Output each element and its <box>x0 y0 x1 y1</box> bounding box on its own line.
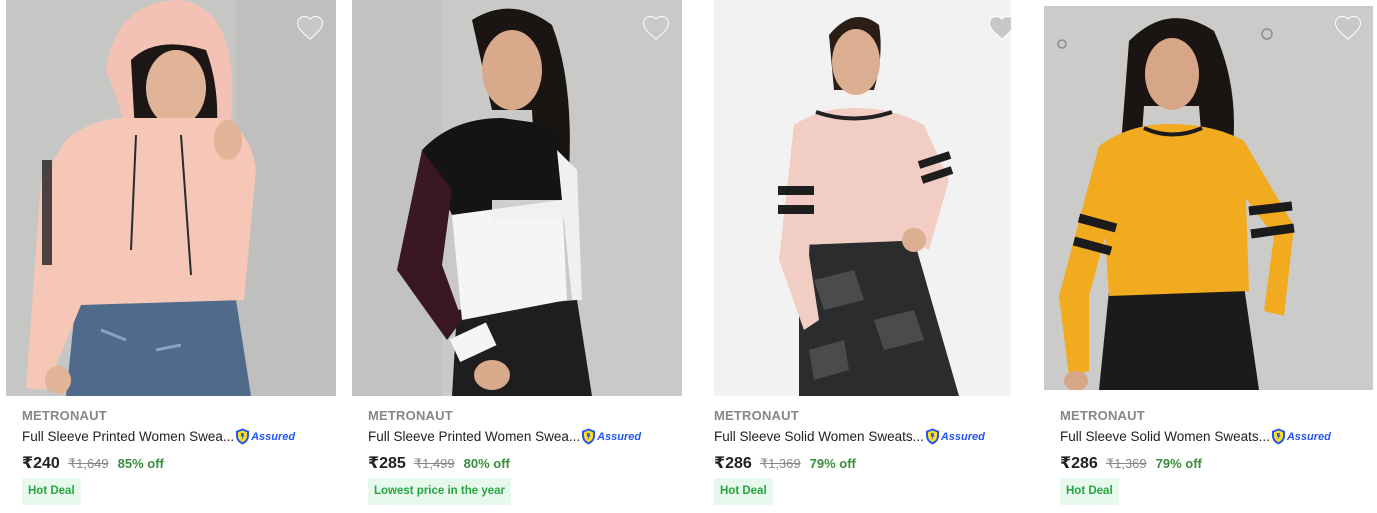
selling-price: ₹240 <box>22 455 60 472</box>
selling-price: ₹285 <box>368 455 406 472</box>
selling-price: ₹286 <box>714 455 752 472</box>
discount-label: 79% off <box>809 456 856 471</box>
assured-shield-icon <box>582 428 596 445</box>
product-brand[interactable]: METRONAUT <box>714 408 799 423</box>
assured-label: Assured <box>1286 430 1331 443</box>
product-card[interactable]: METRONAUT Full Sleeve Printed Women Swea… <box>352 0 682 513</box>
product-title[interactable]: Full Sleeve Printed Women Swea... <box>368 429 580 444</box>
product-image[interactable] <box>714 0 1011 396</box>
original-price: ₹1,369 <box>759 456 801 471</box>
product-photo <box>714 0 1011 396</box>
price-row: ₹286 ₹1,369 79% off <box>714 453 856 473</box>
product-title-row[interactable]: Full Sleeve Solid Women Sweats... Assure… <box>1060 428 1331 445</box>
selling-price: ₹286 <box>1060 455 1098 472</box>
product-brand[interactable]: METRONAUT <box>1060 408 1145 423</box>
deal-badge: Hot Deal <box>1060 478 1119 505</box>
product-card[interactable]: METRONAUT Full Sleeve Printed Women Swea… <box>6 0 336 513</box>
price-row: ₹240 ₹1,649 85% off <box>22 453 164 473</box>
product-brand[interactable]: METRONAUT <box>368 408 453 423</box>
product-brand[interactable]: METRONAUT <box>22 408 107 423</box>
deal-badge: Hot Deal <box>714 478 773 505</box>
discount-label: 79% off <box>1155 456 1202 471</box>
product-card[interactable]: METRONAUT Full Sleeve Solid Women Sweats… <box>698 0 1028 513</box>
original-price: ₹1,369 <box>1105 456 1147 471</box>
assured-label: Assured <box>597 430 642 443</box>
product-photo <box>1044 6 1373 390</box>
price-row: ₹286 ₹1,369 79% off <box>1060 453 1202 473</box>
product-image[interactable] <box>1044 6 1373 390</box>
original-price: ₹1,499 <box>413 456 455 471</box>
original-price: ₹1,649 <box>67 456 109 471</box>
product-image[interactable] <box>352 0 682 396</box>
deal-badge: Hot Deal <box>22 478 81 505</box>
product-photo <box>352 0 682 396</box>
product-title-row[interactable]: Full Sleeve Solid Women Sweats... Assure… <box>714 428 985 445</box>
price-row: ₹285 ₹1,499 80% off <box>368 453 510 473</box>
assured-shield-icon <box>1271 428 1285 445</box>
product-title[interactable]: Full Sleeve Solid Women Sweats... <box>714 429 924 444</box>
product-photo <box>6 0 336 396</box>
product-title[interactable]: Full Sleeve Solid Women Sweats... <box>1060 429 1270 444</box>
discount-label: 85% off <box>117 456 164 471</box>
assured-badge: Assured <box>235 428 295 445</box>
assured-badge: Assured <box>581 428 641 445</box>
product-image[interactable] <box>6 0 336 396</box>
product-title-row[interactable]: Full Sleeve Printed Women Swea... Assure… <box>22 428 295 445</box>
assured-shield-icon <box>925 428 939 445</box>
wishlist-heart-icon[interactable] <box>641 13 671 43</box>
product-title-row[interactable]: Full Sleeve Printed Women Swea... Assure… <box>368 428 641 445</box>
wishlist-heart-icon[interactable] <box>1333 13 1363 43</box>
discount-label: 80% off <box>463 456 510 471</box>
assured-badge: Assured <box>1271 428 1331 445</box>
product-title[interactable]: Full Sleeve Printed Women Swea... <box>22 429 234 444</box>
assured-shield-icon <box>236 428 250 445</box>
deal-badge: Lowest price in the year <box>368 478 512 505</box>
wishlist-heart-icon[interactable] <box>295 13 325 43</box>
assured-label: Assured <box>940 430 985 443</box>
wishlist-heart-icon[interactable] <box>987 13 1011 43</box>
assured-badge: Assured <box>925 428 985 445</box>
product-card[interactable]: METRONAUT Full Sleeve Solid Women Sweats… <box>1044 0 1374 513</box>
assured-label: Assured <box>251 430 296 443</box>
